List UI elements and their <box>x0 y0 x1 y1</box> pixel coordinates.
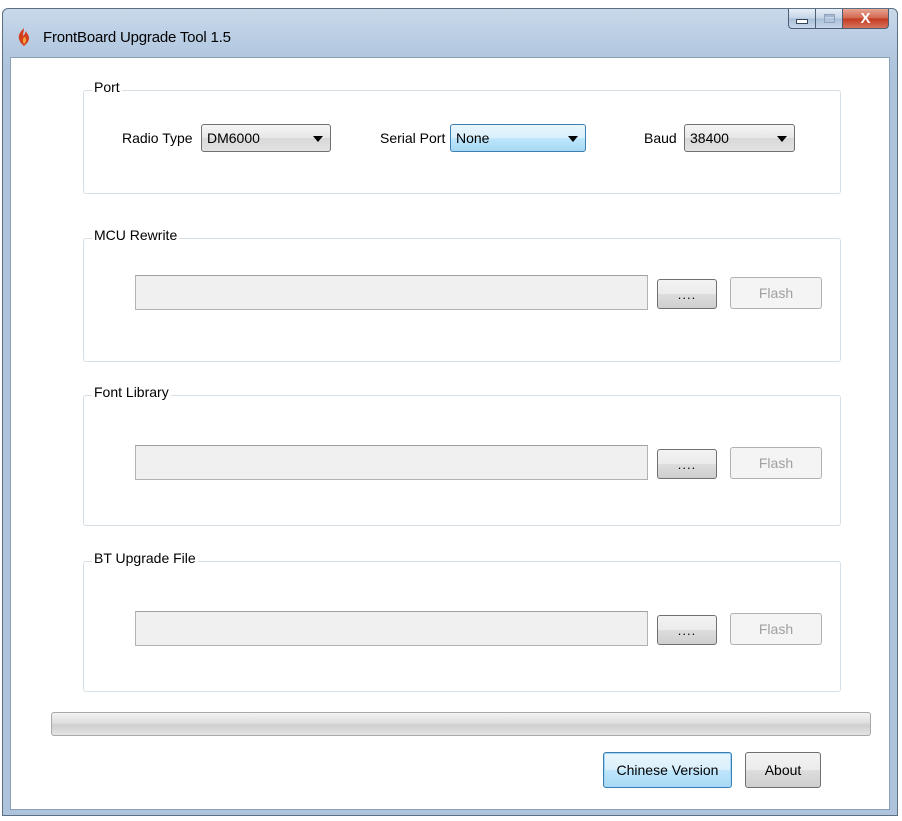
app-window: FrontBoard Upgrade Tool 1.5 X Port Radio… <box>2 8 898 816</box>
font-library-label: Font Library <box>92 384 171 400</box>
radio-type-value: DM6000 <box>207 130 260 146</box>
close-icon: X <box>860 10 871 27</box>
window-title: FrontBoard Upgrade Tool 1.5 <box>43 29 231 46</box>
serial-port-select[interactable]: None <box>450 124 586 152</box>
minimize-button[interactable] <box>788 9 816 29</box>
client-area: Port Radio Type DM6000 Serial Port None … <box>10 57 890 810</box>
bt-flash-button[interactable]: Flash <box>730 613 822 645</box>
bt-upgrade-label: BT Upgrade File <box>92 550 198 566</box>
baud-label: Baud <box>644 130 677 146</box>
about-button[interactable]: About <box>745 752 821 788</box>
mcu-browse-button[interactable]: .... <box>657 279 717 309</box>
minimize-icon <box>796 19 808 24</box>
caption-buttons: X <box>788 9 889 31</box>
bt-upgrade-group: BT Upgrade File .... Flash <box>83 550 841 692</box>
app-flame-icon <box>15 27 33 47</box>
port-group: Port Radio Type DM6000 Serial Port None … <box>83 79 841 194</box>
bt-browse-button[interactable]: .... <box>657 615 717 645</box>
serial-port-value: None <box>456 130 490 146</box>
mcu-rewrite-label: MCU Rewrite <box>92 227 180 243</box>
upgrade-progress-bar <box>51 712 871 736</box>
radio-type-label: Radio Type <box>122 130 193 146</box>
serial-port-label: Serial Port <box>380 130 446 146</box>
chinese-version-button[interactable]: Chinese Version <box>603 752 732 788</box>
font-file-path-input[interactable] <box>135 445 648 480</box>
baud-select[interactable]: 38400 <box>684 124 795 152</box>
font-library-group: Font Library .... Flash <box>83 384 841 526</box>
font-flash-button[interactable]: Flash <box>730 447 822 479</box>
mcu-file-path-input[interactable] <box>135 275 648 310</box>
dropdown-arrow-icon <box>777 136 787 142</box>
mcu-rewrite-group: MCU Rewrite .... Flash <box>83 227 841 362</box>
mcu-flash-button[interactable]: Flash <box>730 277 822 309</box>
title-bar[interactable]: FrontBoard Upgrade Tool 1.5 X <box>3 9 897 57</box>
maximize-button[interactable] <box>816 9 843 29</box>
baud-value: 38400 <box>690 130 729 146</box>
close-button[interactable]: X <box>843 9 889 29</box>
port-group-label: Port <box>92 79 122 95</box>
radio-type-select[interactable]: DM6000 <box>201 124 331 152</box>
font-browse-button[interactable]: .... <box>657 449 717 479</box>
dropdown-arrow-icon <box>313 136 323 142</box>
dropdown-arrow-icon <box>568 136 578 142</box>
maximize-icon <box>823 14 835 23</box>
bt-file-path-input[interactable] <box>135 611 648 646</box>
